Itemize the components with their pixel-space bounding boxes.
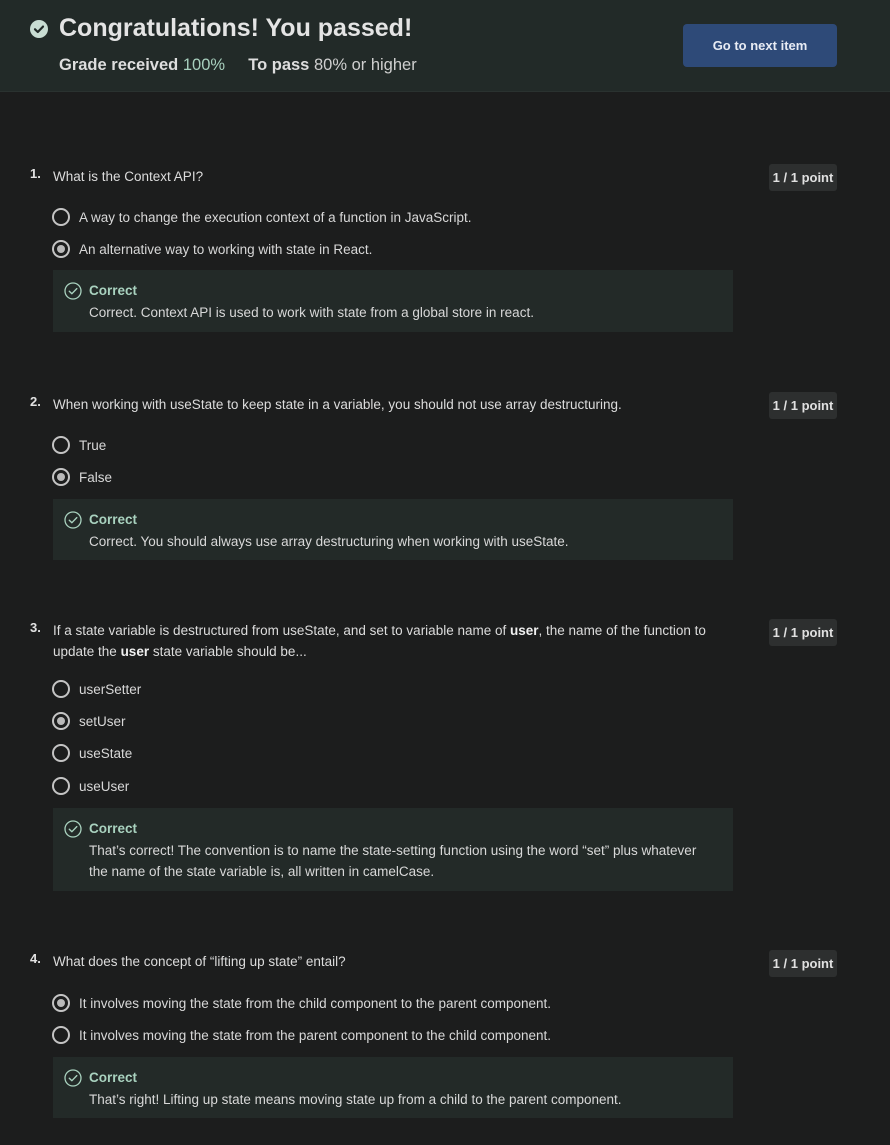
pass-title: Congratulations! You passed! [59, 14, 413, 42]
answer-option[interactable]: True [52, 435, 106, 455]
check-circle-icon [64, 820, 82, 843]
check-circle-icon [30, 20, 48, 38]
points-badge: 1 / 1 point [769, 164, 837, 191]
answer-option[interactable]: It involves moving the state from the ch… [52, 993, 551, 1013]
feedback-box: Correct That’s correct! The convention i… [53, 808, 733, 891]
radio-button[interactable] [52, 1026, 70, 1044]
feedback-title: Correct [89, 1070, 138, 1085]
option-label: userSetter [79, 681, 142, 697]
option-label: An alternative way to working with state… [79, 241, 373, 257]
feedback-title: Correct [89, 512, 138, 527]
feedback-box: Correct Correct. You should always use a… [53, 499, 733, 560]
question-text: What is the Context API? [53, 169, 204, 184]
check-circle-icon [64, 282, 82, 305]
grade-summary: Grade received 100% To pass 80% or highe… [59, 56, 417, 75]
feedback-text: Correct. You should always use array des… [89, 534, 569, 549]
points-badge: 1 / 1 point [769, 950, 837, 977]
feedback-box: Correct That’s right! Lifting up state m… [53, 1057, 733, 1118]
question-number: 1. [30, 166, 41, 181]
go-to-next-item-button[interactable]: Go to next item [683, 24, 837, 67]
grade-received-value: 100% [182, 56, 226, 74]
to-pass-value: 80% or higher [313, 56, 417, 74]
radio-button[interactable] [52, 712, 70, 730]
answer-option[interactable]: False [52, 467, 112, 487]
answer-option[interactable]: useState [52, 743, 132, 763]
result-banner: Congratulations! You passed! Grade recei… [0, 0, 890, 92]
answer-option[interactable]: userSetter [52, 679, 141, 699]
check-circle-icon [64, 511, 82, 534]
option-label: setUser [79, 713, 126, 729]
radio-button[interactable] [52, 208, 70, 226]
feedback-text: That’s correct! The convention is to nam… [89, 843, 697, 879]
to-pass-label: To pass [248, 56, 310, 74]
points-badge: 1 / 1 point [769, 392, 837, 419]
answer-option[interactable]: A way to change the execution context of… [52, 207, 472, 227]
option-label: useUser [79, 778, 130, 794]
radio-button[interactable] [52, 436, 70, 454]
option-label: It involves moving the state from the pa… [79, 1027, 552, 1043]
grade-received-label: Grade received [59, 56, 179, 74]
answer-option[interactable]: setUser [52, 711, 126, 731]
answer-option[interactable]: An alternative way to working with state… [52, 239, 372, 259]
question-text: What does the concept of “lifting up sta… [53, 954, 346, 969]
points-badge: 1 / 1 point [769, 619, 837, 646]
feedback-title: Correct [89, 283, 138, 298]
question-number: 4. [30, 951, 41, 966]
feedback-text: Correct. Context API is used to work wit… [89, 305, 534, 320]
answer-option[interactable]: useUser [52, 776, 129, 796]
check-circle-icon [64, 1069, 82, 1092]
feedback-box: Correct Correct. Context API is used to … [53, 270, 733, 332]
option-label: False [79, 469, 113, 485]
radio-button[interactable] [52, 744, 70, 762]
question-text: If a state variable is destructured from… [53, 623, 706, 659]
radio-button[interactable] [52, 240, 70, 258]
option-label: True [79, 437, 107, 453]
radio-button[interactable] [52, 994, 70, 1012]
radio-button[interactable] [52, 468, 70, 486]
radio-button[interactable] [52, 777, 70, 795]
answer-option[interactable]: It involves moving the state from the pa… [52, 1025, 551, 1045]
feedback-text: That’s right! Lifting up state means mov… [89, 1092, 622, 1107]
question-number: 2. [30, 394, 41, 409]
feedback-title: Correct [89, 821, 138, 836]
option-label: useState [79, 745, 133, 761]
option-label: It involves moving the state from the ch… [79, 995, 552, 1011]
radio-button[interactable] [52, 680, 70, 698]
question-number: 3. [30, 620, 41, 635]
question-text: When working with useState to keep state… [53, 397, 622, 412]
option-label: A way to change the execution context of… [79, 209, 472, 225]
